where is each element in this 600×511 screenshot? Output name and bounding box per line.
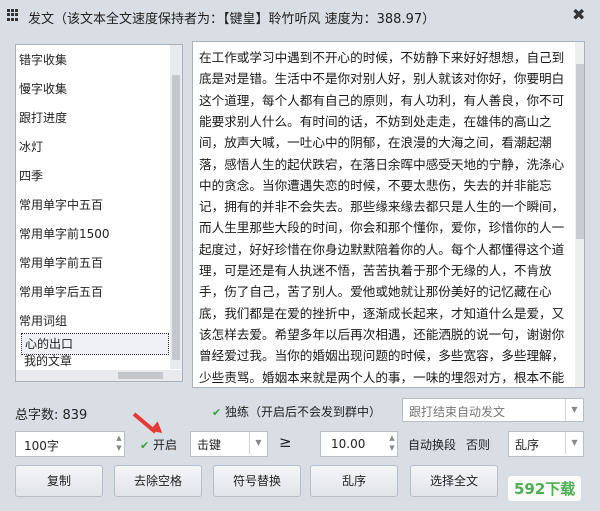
text-line: 曾经爱过我。当你的婚姻出现问题的时候，多些宽容，多些理解， <box>199 348 565 364</box>
spinbox-value: 100字 <box>24 439 59 453</box>
title-bar: 发文（该文本全文速度保持者为：【键皇】聆竹听风 速度为：388.97） ✖ <box>0 0 600 32</box>
enable-checkbox[interactable]: ✔ 开启 <box>140 436 177 453</box>
article-list[interactable]: 错字收集 慢字收集 跟打进度 冰灯 四季 常用单字中五百 常用单字前1500 常… <box>15 44 183 382</box>
text-line: 而人生里那些大段的时间，你会和那个懂你，爱你，珍惜你的人一 <box>199 220 565 236</box>
text-vertical-scrollbar[interactable] <box>575 42 584 387</box>
text-line: 记，拥有的并非不会失去。那些缘来缘去都只是人生的一个瞬间， <box>199 199 565 215</box>
list-item[interactable]: 四季 <box>19 169 43 183</box>
symbol-replace-button[interactable]: 符号替换 <box>213 465 301 497</box>
text-line: 底，我们都是在爱的挫折中，逐渐成长起来，才知道什么是爱，又 <box>199 305 565 321</box>
text-line: 在工作或学习中遇到不开心的时候，不妨静下来好好想想，自己到 <box>199 50 565 65</box>
else-label: 否则 <box>466 438 491 452</box>
solo-practice-checkbox[interactable]: ✔ 独练（开启后不会发到群中） <box>212 403 381 420</box>
chevron-down-icon[interactable]: ▼ <box>565 399 583 421</box>
text-line: 能要求别人什么。有时间的话，不妨到处走走，在雄伟的高山之 <box>199 113 552 129</box>
spin-arrows-icon[interactable]: ▲▼ <box>114 432 124 454</box>
spinbox-value: 10.00 <box>331 437 366 451</box>
list-item-selected[interactable]: 心的出口 <box>21 333 169 355</box>
copy-button[interactable]: 复制 <box>15 465 103 497</box>
dropdown-value: 击键 <box>197 438 222 452</box>
check-icon: ✔ <box>140 439 150 452</box>
text-line: 这个道理，每个人都有自己的原则，有人功利，有人善良，你不可 <box>199 92 565 108</box>
list-vertical-scrollbar[interactable] <box>170 45 182 369</box>
remove-spaces-button[interactable]: 去除空格 <box>114 465 202 497</box>
list-item[interactable]: 常用单字中五百 <box>19 198 103 212</box>
list-item[interactable]: 慢字收集 <box>19 82 67 96</box>
list-item[interactable]: 跟打进度 <box>19 111 67 125</box>
text-line: 手，伤了自己，苦了别人。爱他或她就让那份美好的记忆藏在心 <box>199 284 552 300</box>
text-line: 底是对是错。生活中不是你对别人好，别人就该对你好，你要明白 <box>199 71 565 87</box>
dropdown-value: 乱序 <box>515 438 540 452</box>
select-all-button[interactable]: 选择全文 <box>410 465 498 497</box>
dropdown-value: 跟打结束自动发文 <box>409 405 506 419</box>
text-line: 少些责骂。婚姻本来就是两个人的事，一味的埋怨对方，根本不能 <box>199 369 565 385</box>
compare-operator: ≥ <box>279 433 292 451</box>
list-item[interactable]: 常用单字后五百 <box>19 285 103 299</box>
after-finish-dropdown[interactable]: 跟打结束自动发文 ▼ <box>402 398 584 422</box>
check-icon: ✔ <box>212 406 222 419</box>
list-item[interactable]: 常用词组 <box>19 314 67 328</box>
app-grid-icon <box>7 9 19 21</box>
total-char-count: 总字数: 839 <box>15 408 88 423</box>
list-item[interactable]: 常用单字前五百 <box>19 256 103 270</box>
scroll-thumb[interactable] <box>576 64 584 239</box>
text-line: 起度过，好好珍惜在你身边默默陪着你的人。每个人都懂得这个道 <box>199 241 565 257</box>
solo-label: 独练（开启后不会发到群中） <box>225 405 382 419</box>
text-line: 理，可是还是有人执迷不悟，苦苦执着于那个无缘的人，不肯放 <box>199 263 552 278</box>
scroll-thumb[interactable] <box>118 372 163 379</box>
text-line: 中的贪念。当你遭遇失恋的时候，不要太悲伤，失去的并非能忘 <box>199 177 552 193</box>
spin-arrows-icon[interactable]: ▲▼ <box>387 432 397 454</box>
chevron-down-icon[interactable]: ▼ <box>249 432 267 454</box>
close-icon[interactable]: ✖ <box>572 5 585 24</box>
chunk-size-spinbox[interactable]: 100字 ▲▼ <box>15 431 125 457</box>
text-line: 该怎样去爱。希望多年以后再次相遇，还能洒脱的说一句，谢谢你 <box>199 326 565 342</box>
watermark-logo: 592下载 <box>508 476 582 501</box>
metric-dropdown[interactable]: 击键 ▼ <box>190 431 268 457</box>
list-item[interactable]: 常用单字前1500 <box>19 227 110 241</box>
text-line: 落，感悟人生的起伏跌宕，在落日余晖中感受天地的宁静，洗涤心 <box>199 156 565 172</box>
list-item[interactable]: 我的文章 <box>24 354 72 368</box>
enable-label: 开启 <box>153 438 178 452</box>
window-title: 发文（该文本全文速度保持者为：【键皇】聆竹听风 速度为：388.97） <box>28 12 436 27</box>
chevron-down-icon[interactable]: ▼ <box>565 432 583 454</box>
shuffle-button[interactable]: 乱序 <box>310 465 398 497</box>
text-line: 间，放声大喊，一吐心中的阴郁，在浪漫的大海之间，看潮起潮 <box>199 135 552 151</box>
article-text-area[interactable]: 在工作或学习中遇到不开心的时候，不妨静下来好好想想，自己到 底是对是错。生活中不是… <box>192 41 585 388</box>
auto-switch-label: 自动换段 <box>408 438 457 452</box>
else-action-dropdown[interactable]: 乱序 ▼ <box>508 431 584 457</box>
list-item[interactable]: 冰灯 <box>19 140 43 154</box>
scroll-thumb[interactable] <box>172 75 180 360</box>
threshold-spinbox[interactable]: 10.00 ▲▼ <box>320 431 398 457</box>
list-item[interactable]: 错字收集 <box>19 53 67 67</box>
list-horizontal-scrollbar[interactable] <box>16 370 182 381</box>
